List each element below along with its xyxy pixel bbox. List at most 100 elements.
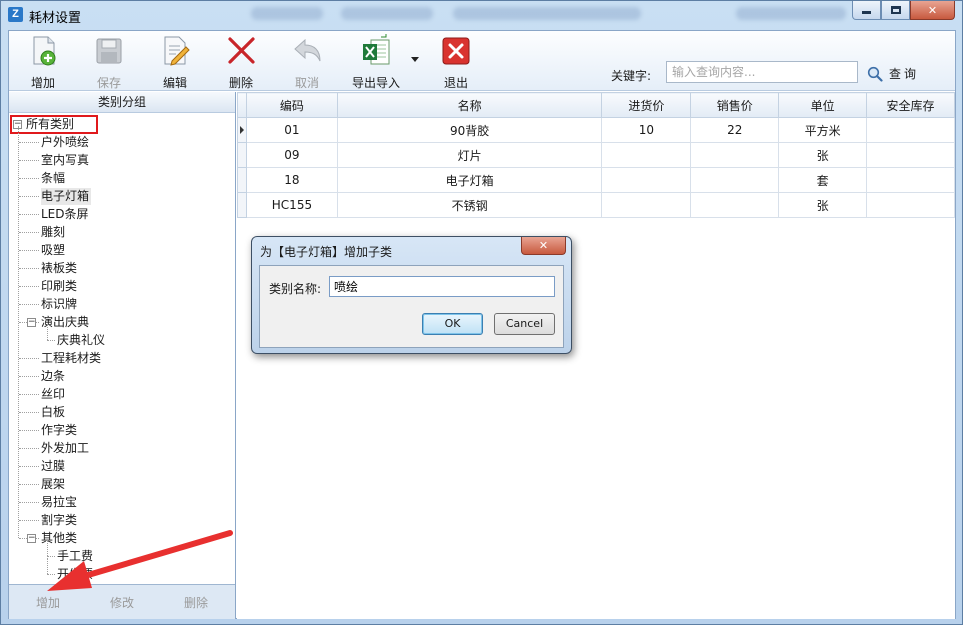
table-cell[interactable] bbox=[601, 167, 692, 193]
collapse-icon[interactable]: − bbox=[27, 534, 36, 543]
table-cell[interactable]: 电子灯箱 bbox=[336, 167, 603, 193]
tree-node[interactable]: 庆典礼仪 bbox=[57, 332, 107, 349]
table-cell[interactable] bbox=[690, 167, 780, 193]
delete-category-button[interactable]: 删除 bbox=[184, 594, 208, 611]
add-category-button[interactable]: 增加 bbox=[36, 594, 60, 611]
tree-guide-line bbox=[19, 448, 39, 449]
tree-guide-line bbox=[19, 142, 39, 143]
tree-node[interactable]: 雕刻 bbox=[41, 224, 67, 241]
table-cell[interactable]: 平方米 bbox=[778, 117, 868, 143]
export-import-button-label: 导出导入 bbox=[351, 76, 400, 90]
row-indicator[interactable] bbox=[237, 167, 247, 193]
table-row[interactable]: HC155 不锈钢 张 bbox=[237, 192, 955, 218]
delete-button[interactable]: 删除 bbox=[213, 34, 269, 90]
table-cell[interactable]: 09 bbox=[245, 142, 338, 168]
title-bar[interactable]: Z 耗材设置 ✕ bbox=[1, 1, 962, 29]
edit-button-label: 编辑 bbox=[162, 76, 187, 90]
tree-node[interactable]: 标识牌 bbox=[41, 296, 79, 313]
table-cell[interactable] bbox=[866, 117, 955, 143]
table-row[interactable]: 09 灯片 张 bbox=[237, 142, 955, 168]
tree-node[interactable]: 展架 bbox=[41, 476, 67, 493]
export-import-button[interactable]: 导出导入 bbox=[345, 34, 407, 90]
table-cell[interactable]: 18 bbox=[245, 167, 338, 193]
category-tree[interactable]: − 所有类别 户外喷绘 室内写真 条幅 电子灯箱 LED条屏 雕刻 吸塑 裱板类 印刷类 标识牌 −… bbox=[9, 114, 235, 584]
edit-button[interactable]: 编辑 bbox=[147, 34, 203, 90]
tree-node[interactable]: LED条屏 bbox=[41, 206, 91, 223]
maximize-button[interactable] bbox=[881, 1, 910, 20]
table-row[interactable]: 01 90背胶 10 22 平方米 bbox=[237, 117, 955, 143]
minimize-button[interactable] bbox=[852, 1, 881, 20]
table-cell[interactable]: HC155 bbox=[245, 192, 338, 218]
tree-node[interactable]: 演出庆典 bbox=[41, 314, 91, 331]
table-cell[interactable] bbox=[866, 167, 955, 193]
table-cell[interactable]: 不锈钢 bbox=[336, 192, 603, 218]
tree-guide-line bbox=[18, 126, 19, 538]
tree-node[interactable]: 作字类 bbox=[41, 422, 79, 439]
tree-node[interactable]: 手工费 bbox=[57, 548, 95, 565]
tree-node[interactable]: 工程耗材类 bbox=[41, 350, 103, 367]
category-name-input[interactable] bbox=[329, 276, 555, 297]
tree-node[interactable]: 外发加工 bbox=[41, 440, 91, 457]
tree-node[interactable]: 边条 bbox=[41, 368, 67, 385]
column-header-safety-stock[interactable]: 安全库存 bbox=[866, 92, 955, 118]
table-cell[interactable]: 01 bbox=[245, 117, 338, 143]
table-cell[interactable]: 10 bbox=[601, 117, 692, 143]
tree-node[interactable]: 丝印 bbox=[41, 386, 67, 403]
table-cell[interactable]: 90背胶 bbox=[336, 117, 603, 143]
table-row[interactable]: 18 电子灯箱 套 bbox=[237, 167, 955, 193]
tree-node[interactable]: 过膜 bbox=[41, 458, 67, 475]
table-header-row: 编码 名称 进货价 销售价 单位 安全库存 bbox=[237, 92, 955, 118]
tree-node[interactable]: 开发票 bbox=[57, 566, 95, 583]
ok-button[interactable]: OK bbox=[422, 313, 483, 335]
exit-button[interactable]: 退出 bbox=[428, 34, 484, 90]
tree-guide-line bbox=[19, 394, 39, 395]
tree-guide-line bbox=[19, 466, 39, 467]
tree-node[interactable]: 条幅 bbox=[41, 170, 67, 187]
save-button[interactable]: 保存 bbox=[81, 34, 137, 90]
table-cell[interactable]: 套 bbox=[778, 167, 868, 193]
column-header-name[interactable]: 名称 bbox=[336, 92, 603, 118]
tree-node[interactable]: 白板 bbox=[41, 404, 67, 421]
tree-node[interactable]: 易拉宝 bbox=[41, 494, 79, 511]
cancel-edit-button[interactable]: 取消 bbox=[279, 34, 335, 90]
add-button[interactable]: 增加 bbox=[15, 34, 71, 90]
row-indicator[interactable] bbox=[237, 192, 247, 218]
table-cell[interactable] bbox=[690, 192, 780, 218]
table-cell[interactable]: 灯片 bbox=[336, 142, 603, 168]
cancel-button[interactable]: Cancel bbox=[494, 313, 555, 335]
tree-guide-line bbox=[19, 484, 39, 485]
tree-node[interactable]: 印刷类 bbox=[41, 278, 79, 295]
tree-guide-line bbox=[19, 502, 39, 503]
table-cell[interactable] bbox=[601, 192, 692, 218]
column-header-sale-price[interactable]: 销售价 bbox=[690, 92, 780, 118]
table-cell[interactable] bbox=[690, 142, 780, 168]
tree-node[interactable]: 裱板类 bbox=[41, 260, 79, 277]
tree-node[interactable]: 电子灯箱 bbox=[41, 188, 92, 205]
tree-guide-line bbox=[47, 558, 48, 574]
table-cell[interactable]: 张 bbox=[778, 142, 868, 168]
tree-node[interactable]: 吸塑 bbox=[41, 242, 67, 259]
table-cell[interactable] bbox=[866, 192, 955, 218]
column-header-purchase-price[interactable]: 进货价 bbox=[601, 92, 692, 118]
tree-node[interactable]: 割字类 bbox=[41, 512, 79, 529]
tree-node[interactable]: 室内写真 bbox=[41, 152, 91, 169]
row-indicator-header bbox=[237, 92, 247, 118]
dialog-body: 类别名称: OK Cancel bbox=[259, 265, 564, 348]
chevron-down-icon[interactable] bbox=[411, 57, 419, 62]
dialog-close-button[interactable]: ✕ bbox=[521, 237, 566, 255]
row-indicator[interactable] bbox=[237, 142, 247, 168]
collapse-icon[interactable]: − bbox=[27, 318, 36, 327]
table-cell[interactable] bbox=[866, 142, 955, 168]
table-cell[interactable]: 张 bbox=[778, 192, 868, 218]
table-cell[interactable]: 22 bbox=[690, 117, 780, 143]
keyword-search-input[interactable] bbox=[666, 61, 858, 83]
app-logo-icon: Z bbox=[8, 7, 23, 22]
row-indicator[interactable] bbox=[237, 117, 247, 143]
column-header-unit[interactable]: 单位 bbox=[778, 92, 868, 118]
close-button[interactable]: ✕ bbox=[910, 1, 955, 20]
column-header-code[interactable]: 编码 bbox=[245, 92, 338, 118]
modify-category-button[interactable]: 修改 bbox=[110, 594, 134, 611]
search-button[interactable]: 查询 bbox=[867, 65, 919, 82]
table-cell[interactable] bbox=[601, 142, 692, 168]
tree-node[interactable]: 户外喷绘 bbox=[41, 134, 91, 151]
